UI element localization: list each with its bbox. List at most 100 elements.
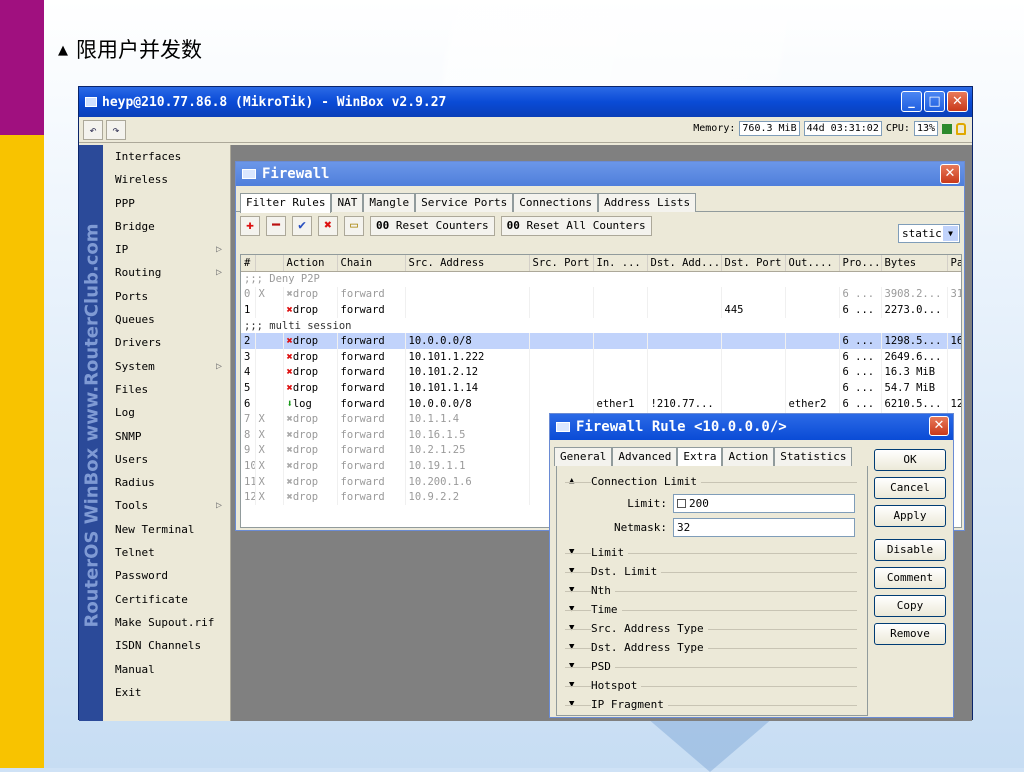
column-header[interactable]: # [241,255,256,272]
table-row[interactable]: 0 X ✖drop forward 6 ... 3908.2... 31 [241,286,961,303]
tab-filter-rules[interactable]: Filter Rules [240,193,332,213]
sidebar-item-users[interactable]: Users [103,448,230,471]
tab-service-ports[interactable]: Service Ports [415,193,514,212]
section-ip-fragment[interactable]: ▼ IP Fragment [565,695,867,714]
sidebar-item-manual[interactable]: Manual [103,658,230,681]
add-icon[interactable]: ✚ [240,216,260,236]
comment-icon[interactable]: ▭ [344,216,364,236]
table-row[interactable]: 6 ⬇log forward 10.0.0.0/8 ether1 !210.77... et… [241,395,961,412]
window-titlebar[interactable]: heyp@210.77.86.8 (MikroTik) - WinBox v2.… [79,87,972,117]
section-limit[interactable]: ▼ Limit [565,543,867,562]
sidebar-item-telnet[interactable]: Telnet [103,541,230,564]
maximize-button[interactable]: □ [924,91,945,112]
remove-icon[interactable]: ━ [266,216,286,236]
tab-action[interactable]: Action [722,447,775,466]
sidebar-item-ports[interactable]: Ports [103,285,230,308]
column-header[interactable]: Src. Port [529,255,594,272]
table-row[interactable]: 5 ✖drop forward 10.101.1.14 6 ... 54.7 MiB [241,380,961,396]
enable-icon[interactable]: ✔ [292,216,312,236]
cell-srcport [529,333,594,349]
disable-button[interactable]: Disable [874,539,946,561]
column-header[interactable]: Pro... [839,255,882,272]
comment-button[interactable]: Comment [874,567,946,589]
sidebar-item-ip[interactable]: IP ▷ [103,238,230,261]
filter-select[interactable]: static ▼ [898,224,960,243]
tab-general[interactable]: General [554,447,613,466]
undo-icon[interactable]: ↶ [83,119,103,140]
remove-button[interactable]: Remove [874,623,946,645]
table-row[interactable]: 4 ✖drop forward 10.101.2.12 6 ... 16.3 MiB [241,364,961,381]
cancel-button[interactable]: Cancel [874,477,946,499]
cell-src: 10.0.0.0/8 [405,395,530,412]
section-dst-address-type[interactable]: ▼ Dst. Address Type [565,638,867,657]
sidebar-item-exit[interactable]: Exit [103,681,230,704]
disable-icon[interactable]: ✖ [318,216,338,236]
sidebar-item-system[interactable]: System ▷ [103,355,230,378]
sidebar-item-queues[interactable]: Queues [103,308,230,331]
sidebar-item-interfaces[interactable]: Interfaces [103,145,230,168]
sidebar-item-wireless[interactable]: Wireless [103,168,230,191]
sidebar-item-log[interactable]: Log [103,401,230,424]
section-src-address-type[interactable]: ▼ Src. Address Type [565,619,867,638]
column-header[interactable]: Out.... [785,255,840,272]
sidebar-item-new-terminal[interactable]: New Terminal [103,518,230,541]
sidebar-item-bridge[interactable]: Bridge [103,215,230,238]
section-dst-limit[interactable]: ▼ Dst. Limit [565,562,867,581]
cell-chain: forward [337,348,406,365]
column-header[interactable]: Dst. Add... [647,255,722,272]
reset-all-counters-button[interactable]: 00 Reset All Counters [500,216,652,236]
copy-button[interactable]: Copy [874,595,946,617]
column-header[interactable]: Bytes [881,255,948,272]
section-time[interactable]: ▼ Time [565,600,867,619]
tab-address-lists[interactable]: Address Lists [598,193,697,212]
sidebar-item-files[interactable]: Files [103,378,230,401]
table-row[interactable]: 2 ✖drop forward 10.0.0.0/8 6 ... 1298.5... 16 [241,333,961,349]
column-header[interactable]: Action [283,255,338,272]
sidebar-item-ppp[interactable]: PPP [103,192,230,215]
tab-statistics[interactable]: Statistics [774,447,853,466]
table-row[interactable]: 3 ✖drop forward 10.101.1.222 6 ... 2649.6... [241,348,961,365]
netmask-field[interactable]: 32 [673,517,855,537]
firewall-close-button[interactable]: ✕ [940,164,960,184]
sidebar-item-password[interactable]: Password [103,564,230,587]
section-connection-limit[interactable]: ▲ Connection Limit [565,472,867,491]
column-header[interactable]: Dst. Port [721,255,786,272]
column-header[interactable]: Pa [947,255,961,272]
minimize-button[interactable]: _ [901,91,922,112]
table-row[interactable]: 1 ✖drop forward 445 6 ... 2273.0... [241,302,961,318]
firewall-titlebar[interactable]: Firewall ✕ [236,162,964,186]
tab-mangle[interactable]: Mangle [363,193,416,212]
close-button[interactable]: ✕ [947,91,968,112]
rule-dialog-close-button[interactable]: ✕ [929,416,949,436]
comment-row[interactable]: ;;; multi session [241,317,961,334]
sidebar-item-tools[interactable]: Tools ▷ [103,494,230,517]
column-header[interactable]: In. ... [593,255,648,272]
section-nth[interactable]: ▼ Nth [565,581,867,600]
limit-checkbox[interactable] [677,498,686,508]
sidebar-item-certificate[interactable]: Certificate [103,588,230,611]
sidebar-item-drivers[interactable]: Drivers [103,331,230,354]
section-psd[interactable]: ▼ PSD [565,657,867,676]
comment-row[interactable]: ;;; Deny P2P [241,271,961,287]
column-header[interactable]: Src. Address [405,255,530,272]
rule-dialog-titlebar[interactable]: Firewall Rule <10.0.0.0/> ✕ [550,414,953,440]
section-hotspot[interactable]: ▼ Hotspot [565,676,867,695]
ok-button[interactable]: OK [874,449,946,471]
tab-connections[interactable]: Connections [513,193,599,212]
sidebar-item-routing[interactable]: Routing ▷ [103,261,230,284]
redo-icon[interactable]: ↷ [106,119,126,140]
tab-extra[interactable]: Extra [677,447,723,467]
tab-nat[interactable]: NAT [331,193,364,212]
apply-button[interactable]: Apply [874,505,946,527]
sidebar-item-radius[interactable]: Radius [103,471,230,494]
sidebar-item-make-supout-rif[interactable]: Make Supout.rif [103,611,230,634]
column-header[interactable]: Chain [337,255,406,272]
sidebar-item-isdn-channels[interactable]: ISDN Channels [103,634,230,657]
reset-counters-button[interactable]: 00 Reset Counters [370,216,495,236]
cell-in [593,364,648,381]
column-header[interactable] [255,255,284,272]
cell-src: 10.200.1.6 [405,473,530,490]
sidebar-item-snmp[interactable]: SNMP [103,425,230,448]
tab-advanced[interactable]: Advanced [612,447,678,466]
limit-field[interactable]: 200 [673,493,855,513]
